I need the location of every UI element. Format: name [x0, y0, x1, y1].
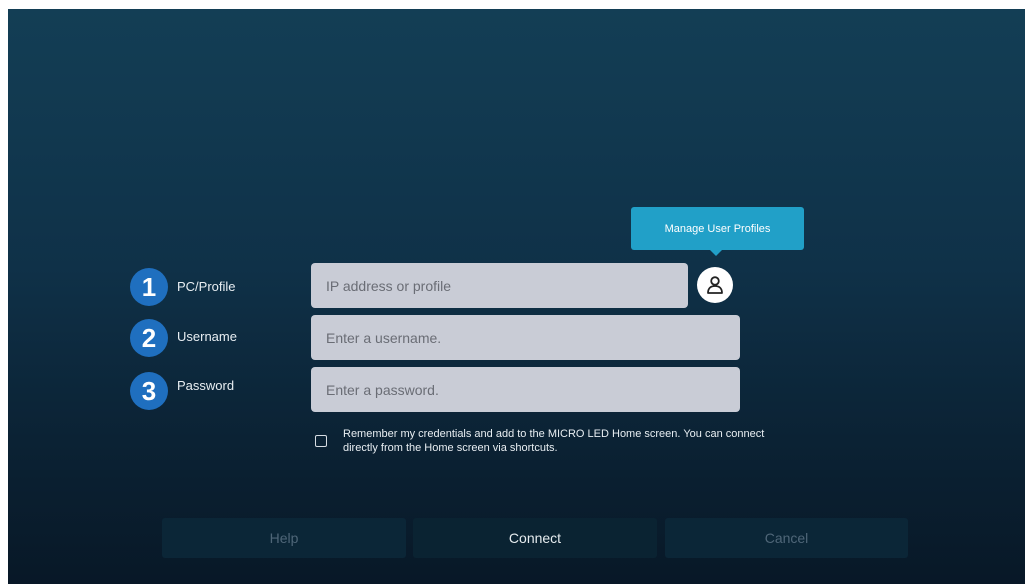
tooltip-label: Manage User Profiles	[664, 222, 771, 235]
remember-checkbox[interactable]	[315, 435, 327, 447]
password-input[interactable]	[311, 367, 740, 412]
remember-text: Remember my credentials and add to the M…	[343, 428, 765, 454]
user-profile-icon	[707, 276, 723, 294]
cancel-button[interactable]: Cancel	[665, 518, 908, 558]
username-input[interactable]	[311, 315, 740, 360]
help-button-label: Help	[269, 530, 299, 546]
step-badge-2: 2	[130, 319, 168, 357]
pc-profile-label: PC/Profile	[177, 279, 236, 294]
password-label: Password	[177, 378, 235, 393]
connect-button-label: Connect	[508, 530, 562, 546]
step-badge-3: 3	[130, 372, 168, 410]
profile-button[interactable]	[697, 267, 733, 303]
connect-button[interactable]: Connect	[413, 518, 657, 558]
step-badge-1: 1	[130, 268, 168, 306]
cancel-button-label: Cancel	[764, 530, 809, 546]
help-button[interactable]: Help	[162, 518, 406, 558]
pc-profile-input[interactable]	[311, 263, 688, 308]
username-label: Username	[177, 329, 237, 344]
manage-profiles-tooltip[interactable]: Manage User Profiles	[631, 207, 804, 256]
remote-access-screen: Manage User Profiles 1 PC/Profile 2 User…	[8, 9, 1025, 584]
